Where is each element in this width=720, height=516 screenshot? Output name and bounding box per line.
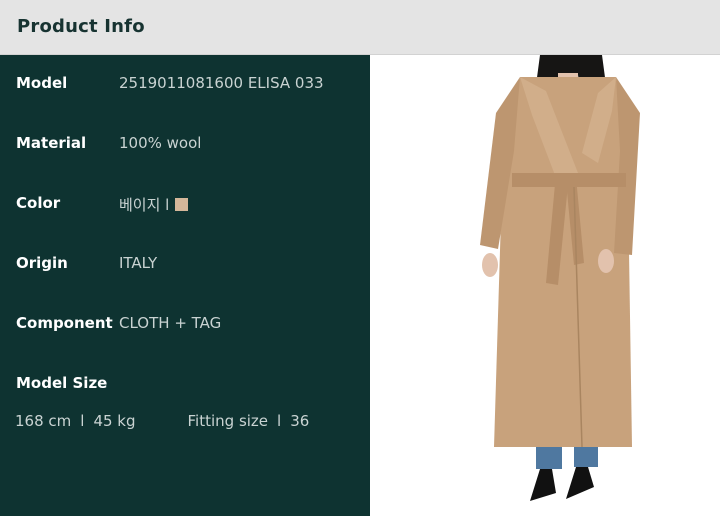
spec-value-color: 베이지 l [119,194,189,215]
spec-value-material: 100% wool [119,134,202,152]
spec-label-model: Model [16,74,68,92]
spec-value-model: 2519011081600 ELISA 033 [119,74,324,92]
spec-label-component: Component [16,314,113,332]
product-spec-panel: Model 2519011081600 ELISA 033 Material 1… [0,55,370,516]
spec-label-color: Color [16,194,61,212]
color-swatch [175,198,189,211]
spec-label-material: Material [16,134,87,152]
product-photo [370,55,720,516]
model-weight: 45 kg [93,412,136,430]
size-separator: l [80,412,85,430]
spec-value-origin: ITALY [119,254,158,272]
spec-label-model-size: Model Size [16,374,108,392]
model-in-coat-image [480,55,640,501]
model-size-details: 168 cm l 45 kg Fitting size l 36 [15,412,309,430]
section-title: Product Info [17,16,145,37]
spec-label-origin: Origin [16,254,68,272]
spec-value-component: CLOTH + TAG [119,314,222,332]
fitting-separator: l [277,412,282,430]
fitting-size-value: 36 [290,412,310,430]
model-height: 168 cm [15,412,72,430]
color-name: 베이지 l [119,196,170,214]
product-info-header: Product Info [0,0,720,55]
fitting-size-label: Fitting size [187,412,269,430]
